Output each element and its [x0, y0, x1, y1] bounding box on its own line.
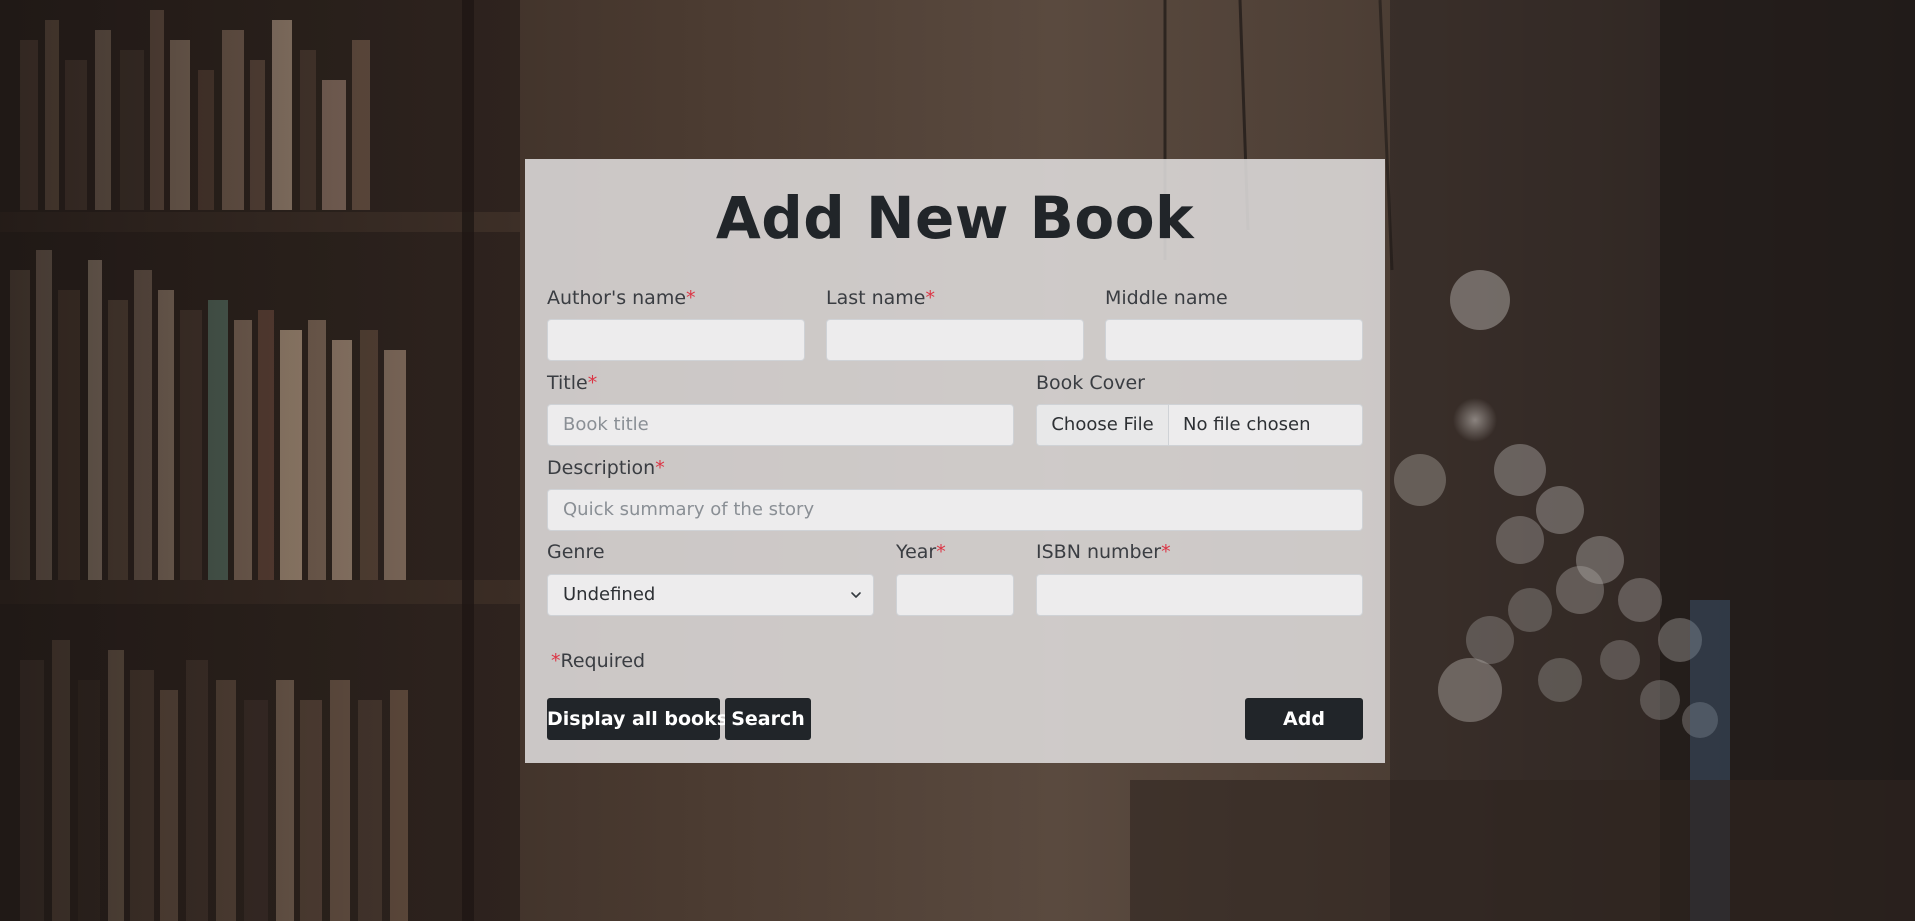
title-label-text: Title [547, 372, 588, 394]
add-button[interactable]: Add [1245, 698, 1363, 740]
isbn-input[interactable] [1036, 574, 1363, 616]
year-label-text: Year [896, 541, 937, 563]
isbn-label: ISBN number* [1036, 543, 1171, 562]
year-label: Year* [896, 543, 946, 562]
required-note-text: Required [560, 650, 646, 672]
required-asterisk: * [936, 541, 946, 563]
author-name-label: Author's name* [547, 289, 696, 308]
middle-name-input[interactable] [1105, 319, 1363, 361]
last-name-input[interactable] [826, 319, 1084, 361]
author-name-input[interactable] [547, 319, 805, 361]
required-note: *Required [551, 652, 645, 671]
description-label: Description* [547, 459, 665, 478]
search-button[interactable]: Search [725, 698, 811, 740]
last-name-label-text: Last name [826, 287, 926, 309]
required-asterisk: * [1161, 541, 1171, 563]
file-status-text: No file chosen [1183, 414, 1311, 435]
book-cover-file-input[interactable]: Choose File No file chosen [1036, 404, 1363, 446]
required-asterisk: * [686, 287, 696, 309]
genre-selected-value: Undefined [563, 584, 656, 605]
required-asterisk: * [587, 372, 598, 394]
year-input[interactable] [896, 574, 1014, 616]
title-label: Title* [547, 374, 597, 393]
genre-select[interactable]: Undefined [547, 574, 874, 616]
required-asterisk: * [925, 287, 936, 309]
last-name-label: Last name* [826, 289, 935, 308]
book-cover-label: Book Cover [1036, 372, 1145, 394]
required-asterisk: * [551, 650, 561, 672]
title-input[interactable]: Book title [547, 404, 1014, 446]
author-name-label-text: Author's name [547, 287, 687, 309]
chevron-down-icon [851, 592, 861, 598]
description-label-text: Description [547, 457, 656, 479]
genre-label: Genre [547, 541, 605, 563]
add-book-panel: Add New Book Author's name* Last name* M… [525, 159, 1385, 763]
required-asterisk: * [655, 457, 665, 479]
display-all-books-button[interactable]: Display all books [547, 698, 728, 740]
choose-file-button[interactable]: Choose File [1037, 405, 1169, 445]
page-title: Add New Book [715, 184, 1195, 252]
description-input[interactable]: Quick summary of the story [547, 489, 1363, 531]
isbn-label-text: ISBN number [1036, 541, 1162, 563]
middle-name-label: Middle name [1105, 287, 1228, 309]
